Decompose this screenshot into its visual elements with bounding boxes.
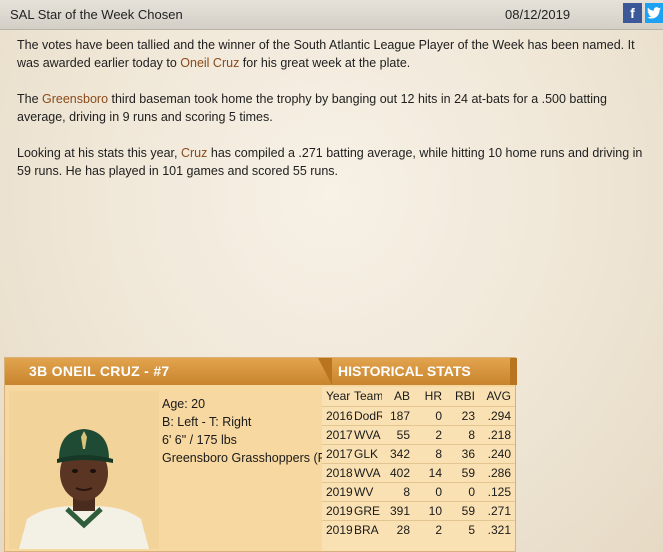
header-rbi[interactable]: RBI [446, 389, 475, 403]
header-ab[interactable]: AB [382, 389, 410, 403]
article-paragraph-1: The votes have been tallied and the winn… [17, 36, 653, 72]
stat-year: 2019 [326, 485, 353, 499]
player-card: 3B ONEIL CRUZ - #7 HISTORICAL STATS Age:… [4, 357, 517, 552]
article-paragraph-3: Looking at his stats this year, Cruz has… [17, 144, 653, 180]
player-link-cruz[interactable]: Cruz [181, 146, 207, 160]
stat-ab: 8 [403, 485, 410, 499]
historical-stats-title: HISTORICAL STATS [338, 363, 471, 379]
stat-hr: 14 [428, 466, 442, 480]
news-header: SAL Star of the Week Chosen 08/12/2019 f [0, 0, 663, 30]
stat-rbi: 0 [468, 485, 475, 499]
stat-hr: 0 [435, 485, 442, 499]
stats-row: 2019 WV 8 0 0 .125 [322, 482, 515, 501]
twitter-icon[interactable] [645, 3, 663, 23]
stat-year: 2019 [326, 523, 353, 537]
stats-row: 2016 DodR 187 0 23 .294 [322, 406, 515, 425]
stat-team[interactable]: DodR [354, 409, 382, 423]
stat-ab: 402 [389, 466, 410, 480]
stat-team[interactable]: WV [354, 485, 382, 499]
stat-ab: 391 [389, 504, 410, 518]
news-title: SAL Star of the Week Chosen [10, 7, 183, 22]
stat-rbi: 59 [461, 504, 475, 518]
stat-avg: .286 [487, 466, 511, 480]
stat-year: 2018 [326, 466, 353, 480]
stat-rbi: 5 [468, 523, 475, 537]
stat-ab: 187 [389, 409, 410, 423]
stat-rbi: 23 [461, 409, 475, 423]
stat-rbi: 36 [461, 447, 475, 461]
stats-row: 2017 WVA 55 2 8 .218 [322, 425, 515, 444]
paragraph-text: Looking at his stats this year, [17, 146, 181, 160]
stats-row: 2017 GLK 342 8 36 .240 [322, 444, 515, 463]
stat-avg: .271 [487, 504, 511, 518]
player-photo[interactable] [9, 391, 159, 549]
historical-stats-table: Year Team AB HR RBI AVG 2016 DodR 187 0 … [322, 387, 515, 551]
stats-row: 2019 GRE 391 10 59 .271 [322, 501, 515, 520]
stat-avg: .218 [487, 428, 511, 442]
paragraph-text: for his great week at the plate. [239, 56, 411, 70]
stat-hr: 2 [435, 523, 442, 537]
article-paragraph-2: The Greensboro third baseman took home t… [17, 90, 653, 126]
news-date: 08/12/2019 [505, 7, 571, 22]
header-edge [510, 358, 517, 385]
stat-rbi: 8 [468, 428, 475, 442]
header-avg[interactable]: AVG [479, 389, 511, 403]
paragraph-text: The [17, 92, 43, 106]
stat-rbi: 59 [461, 466, 475, 480]
stat-hr: 0 [435, 409, 442, 423]
stat-year: 2016 [326, 409, 353, 423]
header-team[interactable]: Team [354, 389, 382, 403]
stat-ab: 55 [396, 428, 410, 442]
facebook-icon[interactable]: f [623, 3, 642, 23]
stat-team[interactable]: GLK [354, 447, 382, 461]
stat-team[interactable]: WVA [354, 428, 382, 442]
player-card-title[interactable]: 3B ONEIL CRUZ - #7 [29, 363, 170, 379]
stat-avg: .294 [487, 409, 511, 423]
stat-year: 2019 [326, 504, 353, 518]
player-card-header: 3B ONEIL CRUZ - #7 HISTORICAL STATS [5, 358, 517, 385]
stat-hr: 2 [435, 428, 442, 442]
stat-team[interactable]: BRA [354, 523, 382, 537]
team-link-greensboro[interactable]: Greensboro [42, 92, 108, 106]
stats-row: 2018 WVA 402 14 59 .286 [322, 463, 515, 482]
stat-avg: .321 [487, 523, 511, 537]
stat-avg: .240 [487, 447, 511, 461]
stats-header-row: Year Team AB HR RBI AVG [322, 387, 515, 406]
header-year[interactable]: Year [326, 389, 356, 403]
stat-ab: 28 [396, 523, 410, 537]
article-body: The votes have been tallied and the winn… [17, 36, 653, 198]
header-hr[interactable]: HR [414, 389, 442, 403]
stat-team[interactable]: GRE [354, 504, 382, 518]
stat-ab: 342 [389, 447, 410, 461]
stats-row: 2019 BRA 28 2 5 .321 [322, 520, 515, 539]
stat-year: 2017 [326, 447, 353, 461]
stat-hr: 8 [435, 447, 442, 461]
player-link-oneil-cruz[interactable]: Oneil Cruz [180, 56, 239, 70]
stat-team[interactable]: WVA [354, 466, 382, 480]
stat-hr: 10 [428, 504, 442, 518]
header-divider [318, 358, 332, 385]
stat-avg: .125 [487, 485, 511, 499]
stat-year: 2017 [326, 428, 353, 442]
